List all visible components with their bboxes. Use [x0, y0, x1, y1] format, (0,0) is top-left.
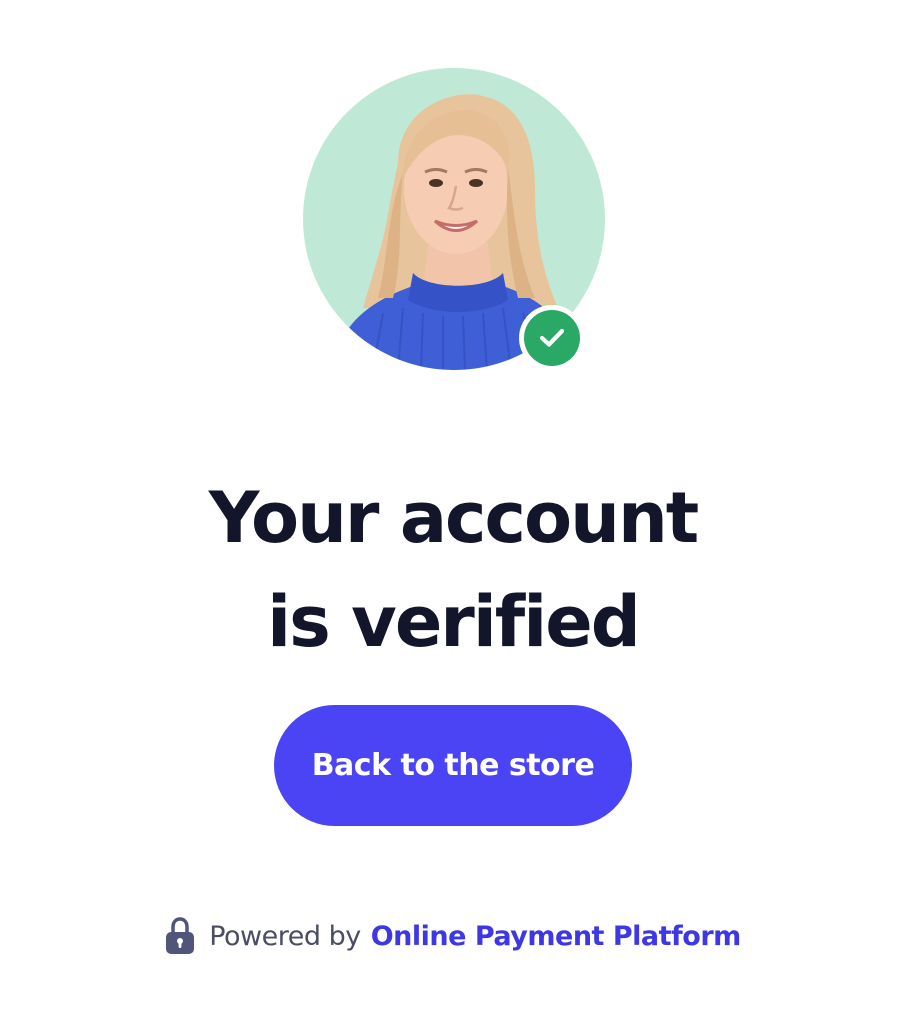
verified-badge-circle [524, 310, 580, 366]
verified-badge [519, 305, 585, 371]
powered-by-label: Powered by [209, 920, 361, 952]
avatar-container [303, 68, 605, 371]
brand-link[interactable]: Online Payment Platform [371, 921, 742, 952]
page-title-line-2: is verified [267, 581, 641, 663]
page-title: Your account is verified [0, 466, 906, 674]
footer: Powered by Online Payment Platform [0, 912, 906, 960]
lock-icon [166, 917, 195, 954]
page-title-line-1: Your account [208, 477, 700, 559]
back-to-store-button[interactable]: Back to the store [274, 705, 632, 826]
checkmark-icon [539, 328, 565, 347]
